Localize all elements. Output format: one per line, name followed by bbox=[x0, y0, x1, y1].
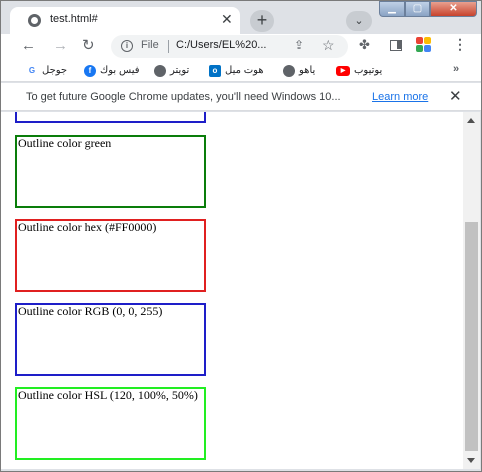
outline-box-label: Outline color RGB (0, 0, 255) bbox=[18, 304, 163, 318]
outline-box-label: Outline color hex (#FF0000) bbox=[18, 220, 157, 234]
outline-box-hex: Outline color hex (#FF0000) bbox=[15, 219, 206, 292]
new-tab-button[interactable]: + bbox=[250, 10, 274, 32]
infobar-close-icon[interactable]: ✕ bbox=[449, 87, 462, 105]
address-bar[interactable]: i File C:/Users/EL%20... ⇪ ☆ bbox=[111, 35, 348, 58]
outline-box-label: Outline color HSL (120, 100%, 50%) bbox=[18, 388, 198, 402]
globe-icon bbox=[154, 64, 166, 77]
bookmark-label: فيس بوك bbox=[100, 65, 140, 76]
url-text[interactable]: C:/Users/EL%20... bbox=[176, 39, 266, 51]
facebook-icon: f bbox=[84, 64, 96, 77]
tab-search-button[interactable]: ⌄ bbox=[346, 11, 372, 31]
vertical-scrollbar[interactable] bbox=[463, 112, 480, 469]
learn-more-link[interactable]: Learn more bbox=[372, 91, 428, 103]
window-controls: ▁ ▢ ✕ bbox=[379, 1, 477, 17]
file-chip: File bbox=[141, 39, 159, 51]
active-tab[interactable]: test.html# ✕ bbox=[10, 7, 240, 34]
minimize-button[interactable]: ▁ bbox=[379, 1, 405, 17]
scrollbar-thumb[interactable] bbox=[465, 222, 478, 451]
bookmark-hotmail[interactable]: o هوت ميل bbox=[209, 63, 264, 78]
outline-box-rgb: Outline color RGB (0, 0, 255) bbox=[15, 303, 206, 376]
bookmark-youtube[interactable]: ▶ يوتيوب bbox=[336, 63, 382, 78]
maximize-button[interactable]: ▢ bbox=[405, 1, 430, 17]
share-icon[interactable]: ⇪ bbox=[294, 38, 304, 52]
outline-box bbox=[15, 112, 206, 123]
toolbar: ← → ↻ i File C:/Users/EL%20... ⇪ ☆ ✤ ⋮ bbox=[1, 34, 481, 59]
reload-button[interactable]: ↻ bbox=[82, 37, 95, 55]
page-viewport[interactable]: Outline color green Outline color hex (#… bbox=[1, 112, 463, 469]
outline-box-green: Outline color green bbox=[15, 135, 206, 208]
bookmark-facebook[interactable]: f فيس بوك bbox=[84, 63, 140, 78]
bookmarks-bar: G جوجل f فيس بوك تويتر o هوت ميل ياهو ▶ … bbox=[1, 59, 481, 82]
browser-window: test.html# ✕ + ⌄ ▁ ▢ ✕ ← → ↻ i File C:/U… bbox=[0, 0, 482, 472]
side-panel-icon[interactable] bbox=[390, 40, 402, 51]
forward-button[interactable]: → bbox=[53, 37, 68, 55]
outline-box-hsl: Outline color HSL (120, 100%, 50%) bbox=[15, 387, 206, 460]
globe-icon bbox=[283, 64, 295, 77]
divider bbox=[168, 40, 169, 53]
back-button[interactable]: ← bbox=[21, 37, 36, 55]
tab-close-icon[interactable]: ✕ bbox=[221, 10, 233, 28]
update-infobar: To get future Google Chrome updates, you… bbox=[1, 83, 481, 111]
bookmark-label: جوجل bbox=[42, 65, 68, 76]
bookmark-label: تويتر bbox=[170, 65, 190, 76]
info-icon[interactable]: i bbox=[121, 40, 133, 52]
bookmark-label: ياهو bbox=[299, 65, 316, 76]
bookmark-yahoo[interactable]: ياهو bbox=[283, 63, 315, 78]
bookmark-google[interactable]: G جوجل bbox=[26, 63, 67, 78]
youtube-icon: ▶ bbox=[336, 65, 350, 76]
bookmark-label: يوتيوب bbox=[354, 65, 383, 76]
extensions-icon[interactable]: ✤ bbox=[359, 37, 370, 53]
outline-box-label: Outline color green bbox=[18, 136, 112, 150]
globe-icon bbox=[28, 14, 41, 27]
bookmark-star-icon[interactable]: ☆ bbox=[322, 37, 335, 54]
google-icon: G bbox=[26, 64, 38, 77]
scroll-down-arrow-icon[interactable] bbox=[467, 458, 475, 463]
more-bookmarks-icon[interactable]: » bbox=[453, 63, 459, 75]
infobar-message: To get future Google Chrome updates, you… bbox=[26, 91, 341, 103]
tab-strip: test.html# ✕ + ⌄ ▁ ▢ ✕ bbox=[1, 1, 481, 34]
bookmark-twitter[interactable]: تويتر bbox=[154, 63, 189, 78]
tab-title: test.html# bbox=[50, 13, 98, 25]
close-window-button[interactable]: ✕ bbox=[430, 1, 477, 17]
menu-icon[interactable]: ⋮ bbox=[453, 36, 467, 53]
outlook-icon: o bbox=[209, 64, 221, 77]
profile-icon[interactable] bbox=[416, 37, 434, 53]
scroll-up-arrow-icon[interactable] bbox=[467, 118, 475, 123]
bookmark-label: هوت ميل bbox=[225, 65, 264, 76]
